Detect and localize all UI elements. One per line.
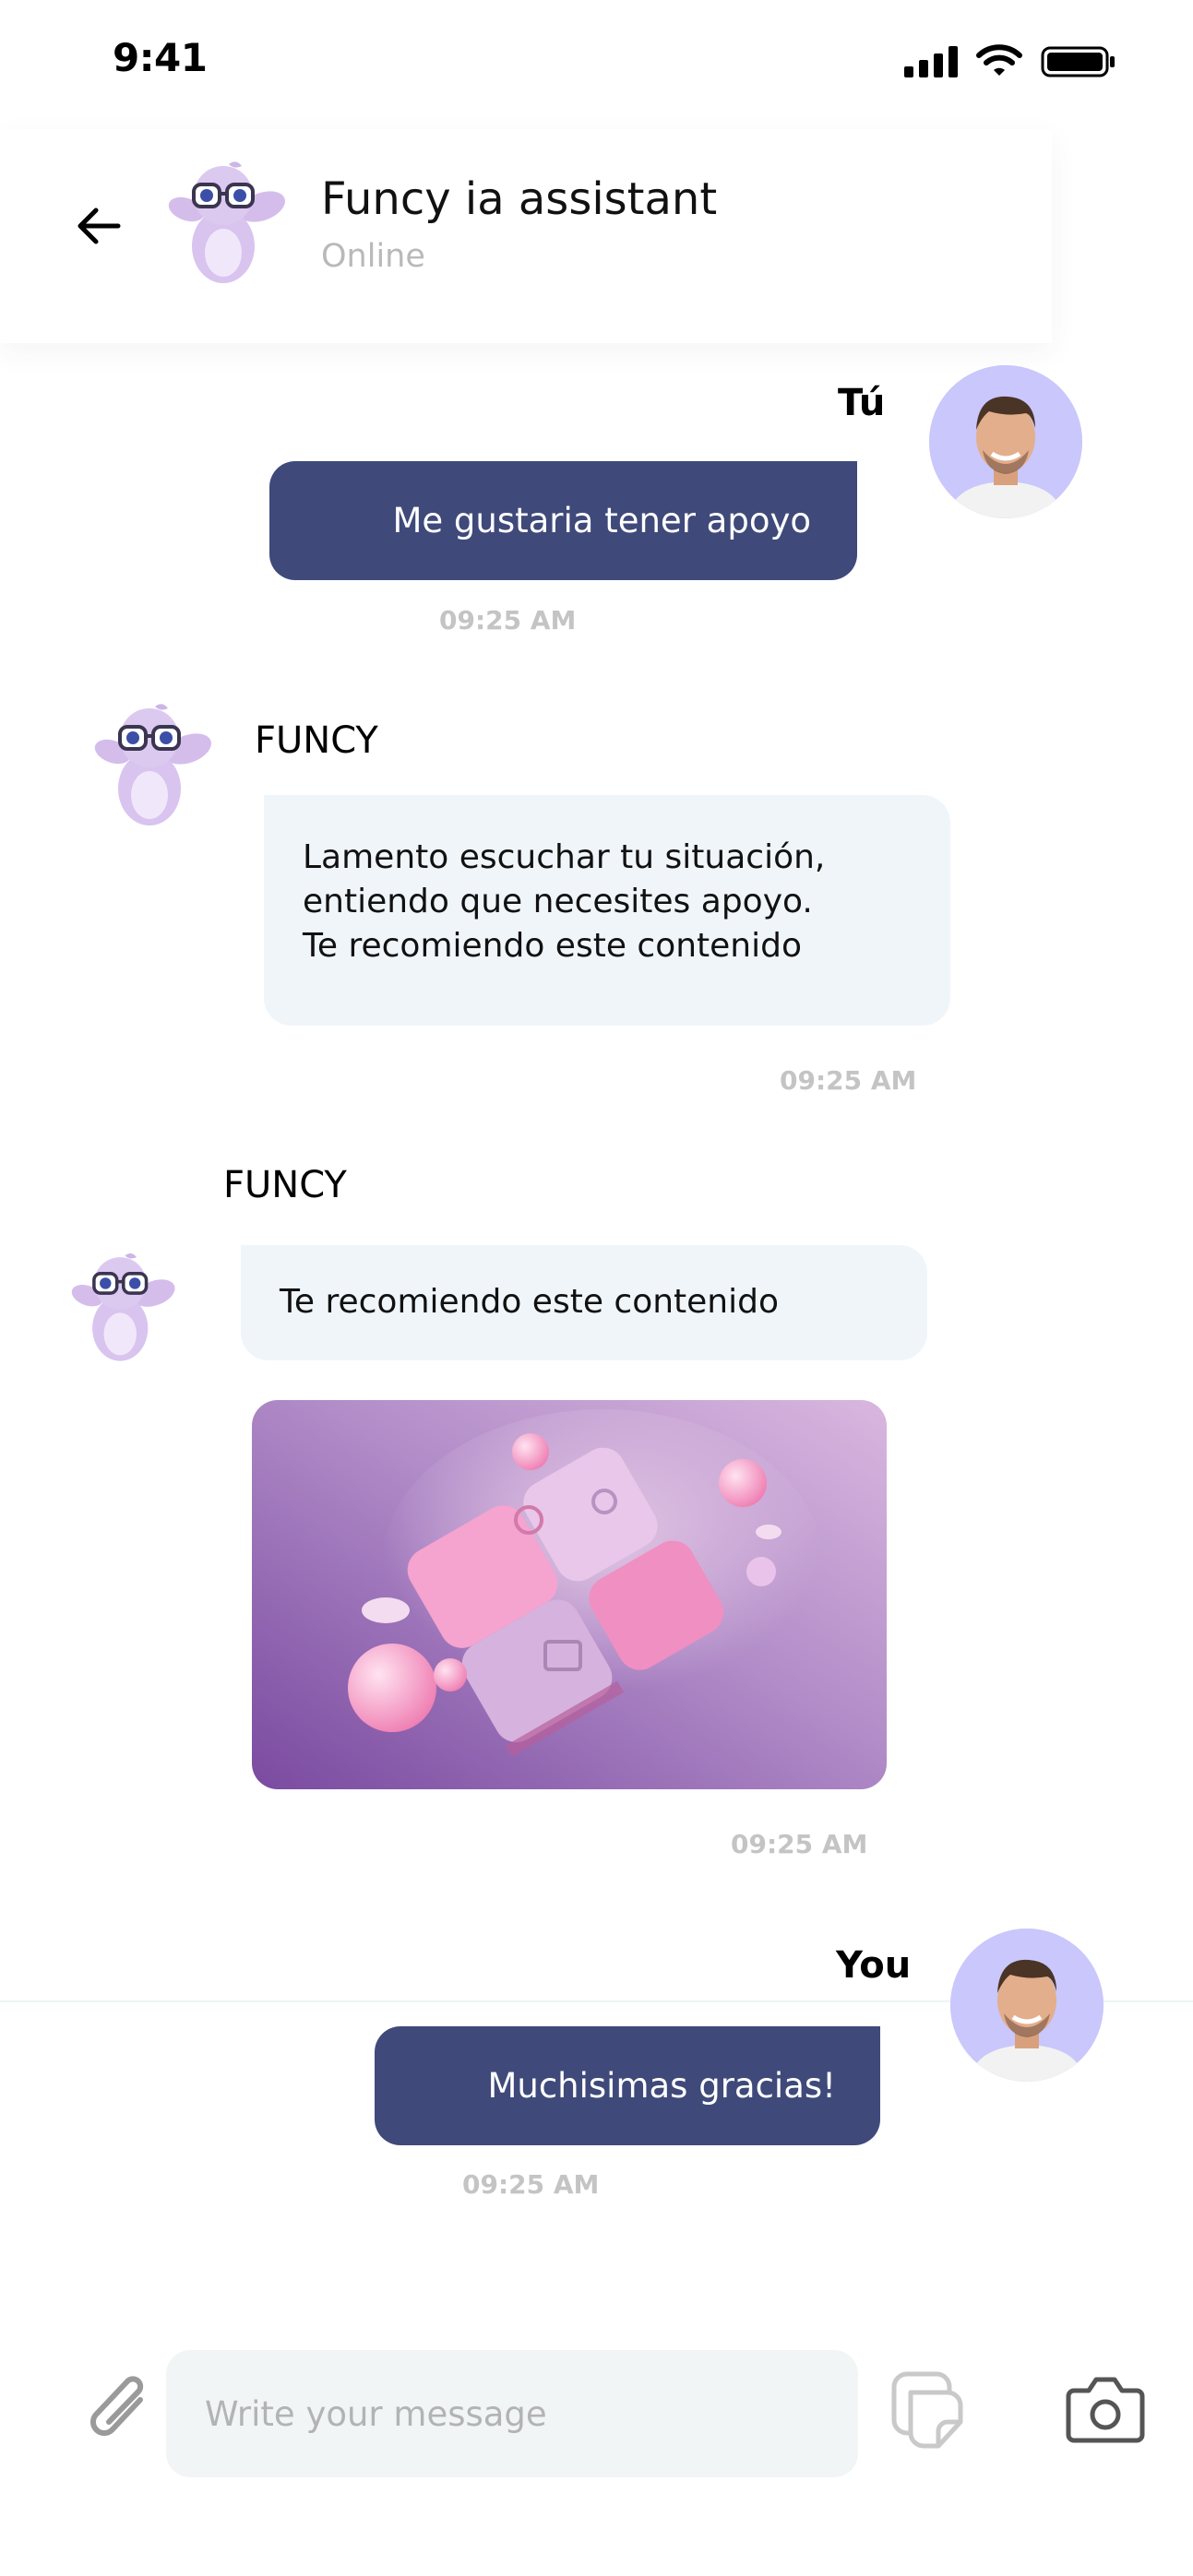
user-avatar [929, 365, 1082, 518]
user-avatar [950, 1929, 1104, 2082]
outgoing-message: Me gustaria tener apoyo [269, 461, 857, 580]
attach-icon[interactable] [87, 2372, 157, 2453]
recommended-content-image[interactable] [252, 1400, 887, 1789]
message-time: 09:25 AM [731, 1829, 868, 1859]
status-time: 9:41 [113, 35, 208, 80]
message-line: Lamento escuchar tu situación, [303, 838, 826, 876]
message-input[interactable] [166, 2350, 858, 2477]
message-line: entiendo que necesites apoyo. [303, 883, 813, 920]
chat-header [0, 129, 1052, 343]
message-text: Me gustaria tener apoyo [392, 501, 811, 540]
message-line: Te recomiendo este contenido [303, 927, 803, 965]
message-text: Te recomiendo este contenido [280, 1283, 780, 1321]
assistant-avatar [87, 701, 216, 834]
incoming-message: Lamento escuchar tu situación, entiendo … [264, 795, 950, 1026]
sender-name: FUNCY [223, 1164, 347, 1206]
message-text: Muchisimas gracias! [487, 2066, 836, 2106]
outgoing-message: Muchisimas gracias! [375, 2026, 880, 2145]
battery-icon [1041, 46, 1116, 81]
sticker-icon[interactable] [890, 2370, 966, 2455]
back-arrow-icon[interactable] [76, 205, 122, 251]
wifi-icon [976, 44, 1022, 81]
message-time: 09:25 AM [780, 1065, 917, 1096]
chat-title: Funcy ia assistant [321, 173, 718, 225]
sender-name: Tú [838, 382, 886, 424]
message-time: 09:25 AM [439, 605, 577, 635]
assistant-avatar [161, 159, 290, 291]
sender-name: You [836, 1944, 912, 1987]
signal-icon [904, 46, 960, 81]
sender-name: FUNCY [255, 719, 378, 762]
online-status: Online [321, 238, 425, 275]
incoming-message: Te recomiendo este contenido [241, 1245, 927, 1360]
assistant-avatar [65, 1251, 179, 1369]
message-time: 09:25 AM [462, 2169, 600, 2200]
camera-icon[interactable] [1065, 2374, 1146, 2450]
